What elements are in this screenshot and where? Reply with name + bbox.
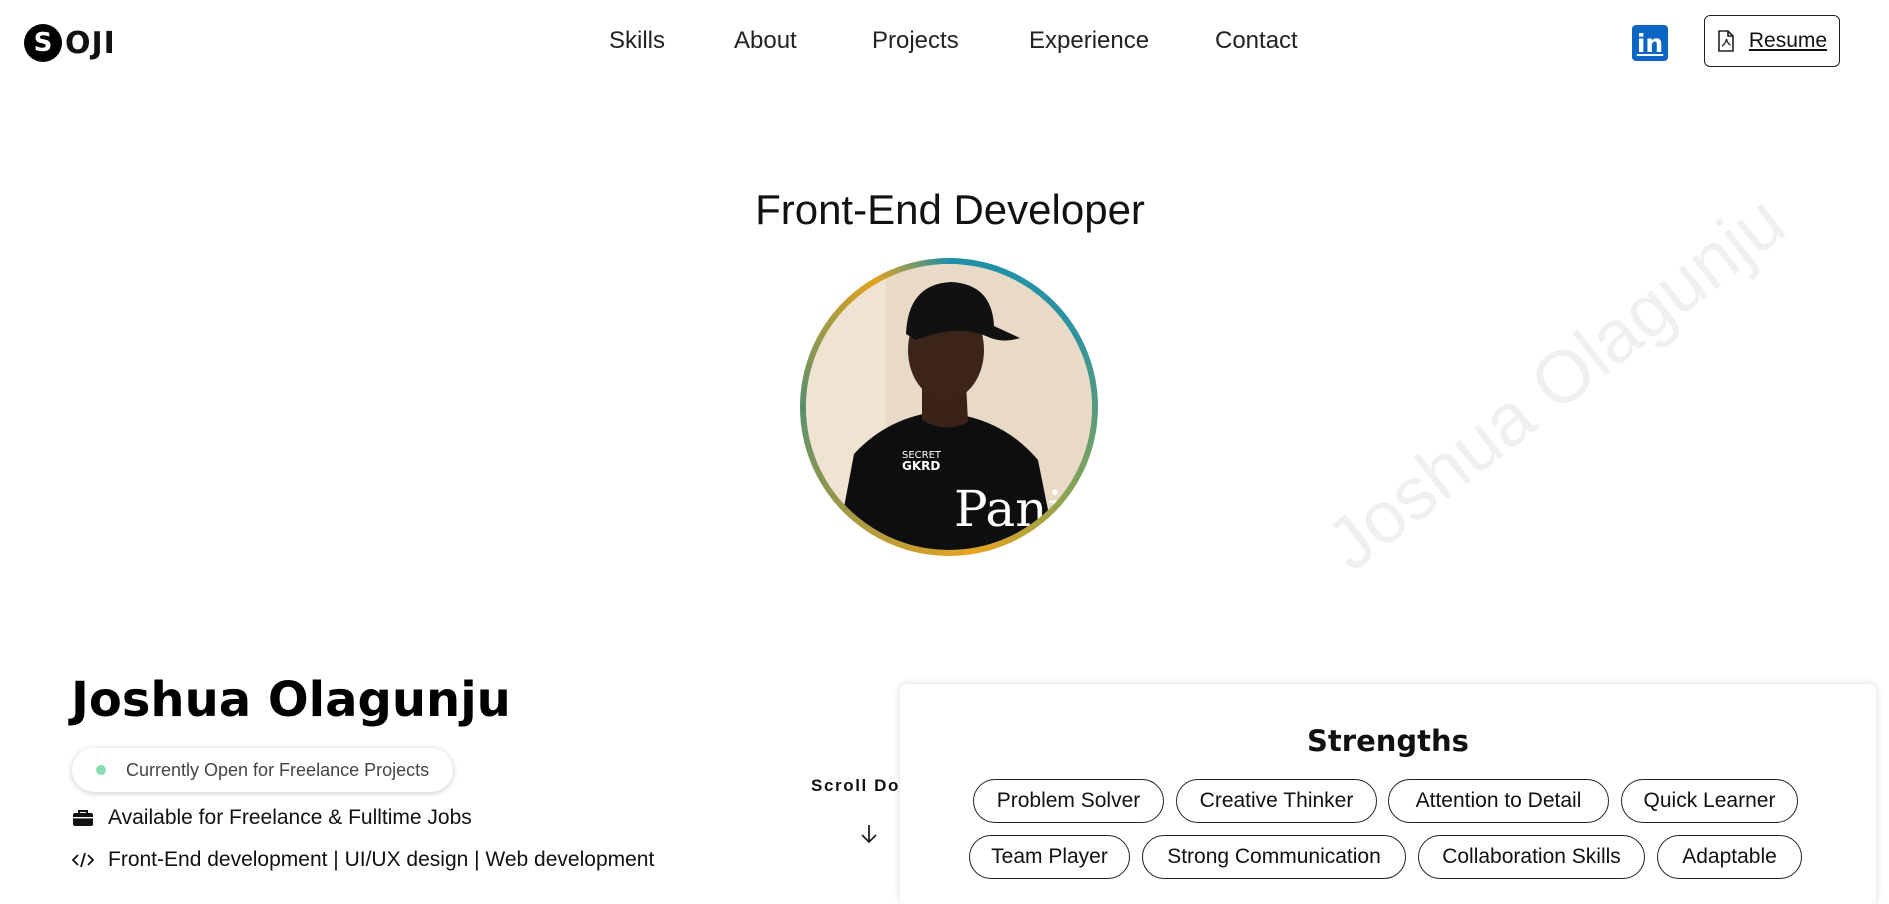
availability-line: Available for Freelance & Fulltime Jobs xyxy=(72,806,472,830)
main-nav: Skills About Projects Experience Contact xyxy=(0,27,1889,61)
profile-photo: SECRET GKRD Panin xyxy=(806,264,1092,550)
nav-experience[interactable]: Experience xyxy=(1029,27,1149,55)
profile-photo-ring: SECRET GKRD Panin xyxy=(800,258,1098,556)
strength-chip: Strong Communication xyxy=(1142,835,1406,879)
strength-chip: Adaptable xyxy=(1657,835,1802,879)
arrow-down-icon[interactable] xyxy=(859,823,879,850)
nav-about[interactable]: About xyxy=(734,27,797,55)
name-watermark: Joshua Olagunju xyxy=(1310,178,1800,587)
status-badge: Currently Open for Freelance Projects xyxy=(72,748,454,792)
code-icon xyxy=(72,852,94,868)
strength-chip: Creative Thinker xyxy=(1176,779,1377,823)
specialties-line: Front-End development | UI/UX design | W… xyxy=(72,848,654,872)
shirt-print: Panin xyxy=(954,480,1092,538)
strength-chip: Collaboration Skills xyxy=(1418,835,1645,879)
strength-chip: Problem Solver xyxy=(973,779,1164,823)
nav-projects[interactable]: Projects xyxy=(872,27,959,55)
linkedin-icon[interactable]: in xyxy=(1632,25,1668,61)
status-dot xyxy=(96,765,106,775)
svg-text:GKRD: GKRD xyxy=(902,459,940,473)
strengths-card: Strengths Problem Solver Creative Thinke… xyxy=(900,684,1876,904)
availability-text: Available for Freelance & Fulltime Jobs xyxy=(108,806,472,829)
status-text: Currently Open for Freelance Projects xyxy=(126,759,430,780)
strength-chip: Quick Learner xyxy=(1621,779,1798,823)
profile-name: Joshua Olagunju xyxy=(71,672,511,728)
strengths-title: Strengths xyxy=(1307,724,1469,758)
specialties-text: Front-End development | UI/UX design | W… xyxy=(108,848,655,871)
role-title: Front-End Developer xyxy=(755,186,1145,233)
resume-button[interactable]: Resume xyxy=(1704,15,1840,67)
briefcase-icon xyxy=(72,809,94,827)
strength-chip: Attention to Detail xyxy=(1388,779,1609,823)
resume-label: Resume xyxy=(1748,29,1828,52)
strength-chip: Team Player xyxy=(969,835,1130,879)
pdf-file-icon xyxy=(1717,30,1735,52)
nav-skills[interactable]: Skills xyxy=(609,27,665,55)
nav-contact[interactable]: Contact xyxy=(1215,27,1298,55)
